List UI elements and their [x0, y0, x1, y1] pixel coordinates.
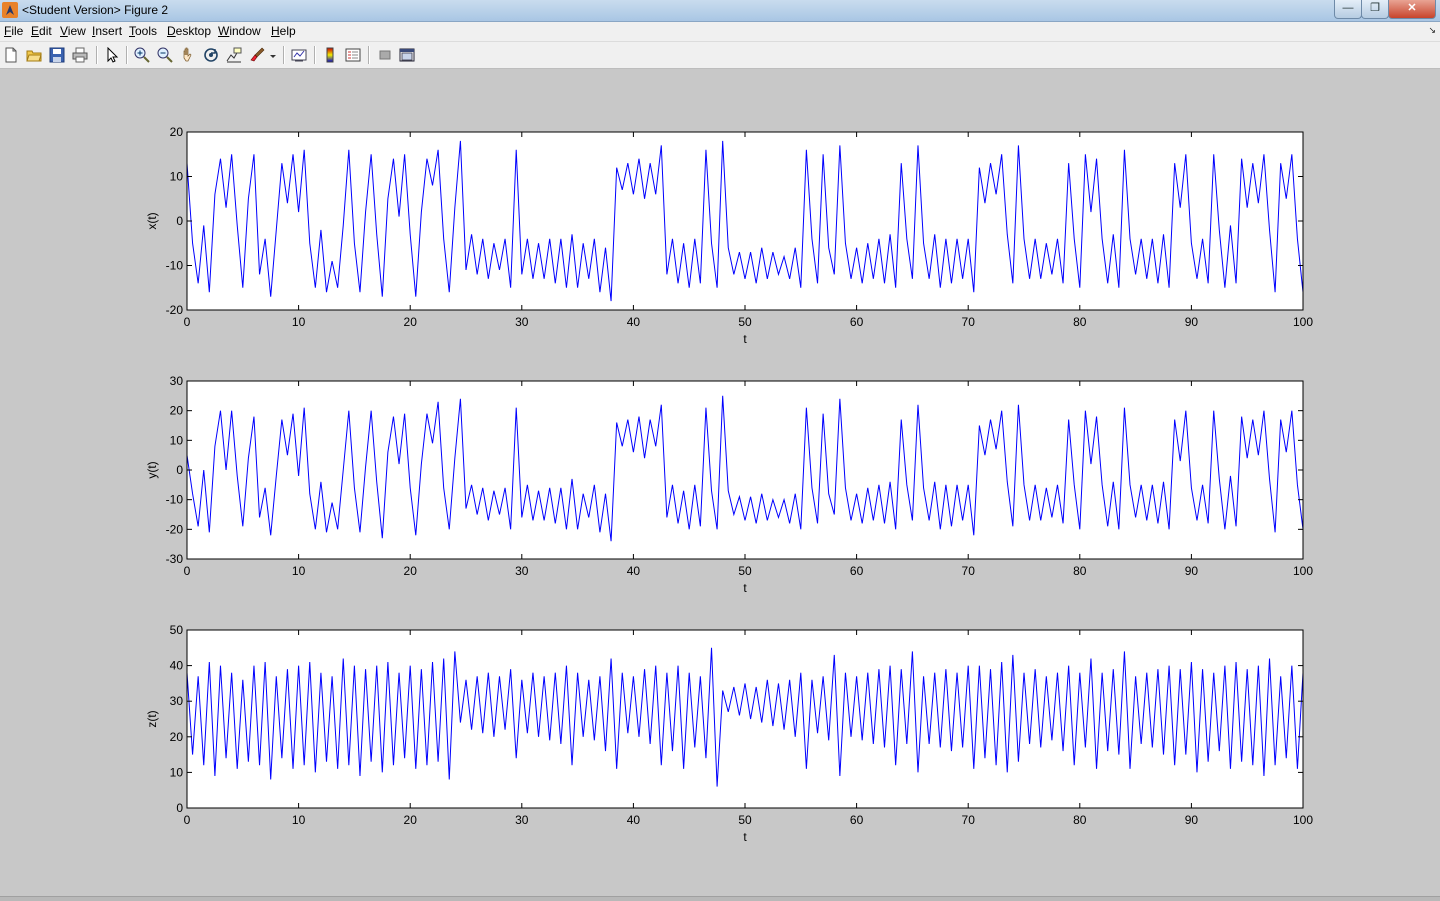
- plot-area[interactable]: [187, 381, 1303, 559]
- x-tick-label: 100: [1293, 564, 1313, 578]
- y-tick-label: 30: [170, 374, 184, 388]
- x-axis-label: t: [743, 581, 747, 595]
- x-tick-label: 40: [627, 813, 641, 827]
- x-tick-label: 90: [1185, 564, 1199, 578]
- x-tick-label: 90: [1185, 315, 1199, 329]
- x-tick-label: 0: [184, 813, 191, 827]
- x-tick-label: 10: [292, 564, 306, 578]
- x-tick-label: 70: [962, 315, 976, 329]
- y-tick-label: 50: [170, 623, 184, 637]
- x-tick-label: 70: [962, 564, 976, 578]
- x-tick-label: 20: [404, 813, 418, 827]
- axes-x[interactable]: 0 10 20 30 40 50 60 70 80 90 10020100-10-20tx(t): [145, 125, 1313, 346]
- x-tick-label: 80: [1073, 564, 1087, 578]
- figure-canvas: 0 10 20 30 40 50 60 70 80 90 10020100-10-20tx(t) 0…: [145, 125, 1313, 844]
- x-tick-label: 40: [627, 564, 641, 578]
- axes-z[interactable]: 0 10 20 30 40 50 60 70 80 90 10050403020100tz(t): [145, 623, 1313, 844]
- y-tick-label: -20: [166, 303, 184, 317]
- x-tick-label: 0: [184, 315, 191, 329]
- x-tick-label: 70: [962, 813, 976, 827]
- y-axis-label: z(t): [145, 710, 159, 727]
- plot-area[interactable]: [187, 630, 1303, 808]
- x-axis-label: t: [743, 332, 747, 346]
- y-tick-label: 20: [170, 730, 184, 744]
- y-axis-label: y(t): [145, 461, 159, 478]
- y-axis-label: x(t): [145, 212, 159, 229]
- y-tick-label: 20: [170, 125, 184, 139]
- x-tick-label: 100: [1293, 813, 1313, 827]
- x-tick-label: 40: [627, 315, 641, 329]
- y-tick-label: 20: [170, 404, 184, 418]
- y-tick-label: 0: [176, 214, 183, 228]
- y-tick-label: 10: [170, 433, 184, 447]
- y-tick-label: -10: [166, 259, 184, 273]
- x-tick-label: 80: [1073, 813, 1087, 827]
- x-tick-label: 30: [515, 813, 529, 827]
- y-tick-label: 30: [170, 694, 184, 708]
- axes-y[interactable]: 0 10 20 30 40 50 60 70 80 90 1003020100-10-20-30ty…: [145, 374, 1313, 595]
- x-tick-label: 10: [292, 813, 306, 827]
- x-tick-label: 50: [738, 813, 752, 827]
- x-tick-label: 10: [292, 315, 306, 329]
- x-tick-label: 60: [850, 315, 864, 329]
- x-tick-label: 30: [515, 564, 529, 578]
- y-tick-label: 10: [170, 170, 184, 184]
- plot-area[interactable]: [187, 132, 1303, 310]
- x-axis-label: t: [743, 830, 747, 844]
- x-tick-label: 50: [738, 315, 752, 329]
- x-tick-label: 20: [404, 564, 418, 578]
- y-tick-label: 40: [170, 659, 184, 673]
- x-tick-label: 100: [1293, 315, 1313, 329]
- x-tick-label: 60: [850, 813, 864, 827]
- window-bottom-edge: [0, 896, 1440, 901]
- y-tick-label: -10: [166, 493, 184, 507]
- y-tick-label: -20: [166, 522, 184, 536]
- x-tick-label: 60: [850, 564, 864, 578]
- x-tick-label: 90: [1185, 813, 1199, 827]
- y-tick-label: 0: [176, 463, 183, 477]
- y-tick-label: 10: [170, 765, 184, 779]
- x-tick-label: 30: [515, 315, 529, 329]
- x-tick-label: 50: [738, 564, 752, 578]
- y-tick-label: 0: [176, 801, 183, 815]
- x-tick-label: 0: [184, 564, 191, 578]
- x-tick-label: 20: [404, 315, 418, 329]
- x-tick-label: 80: [1073, 315, 1087, 329]
- y-tick-label: -30: [166, 552, 184, 566]
